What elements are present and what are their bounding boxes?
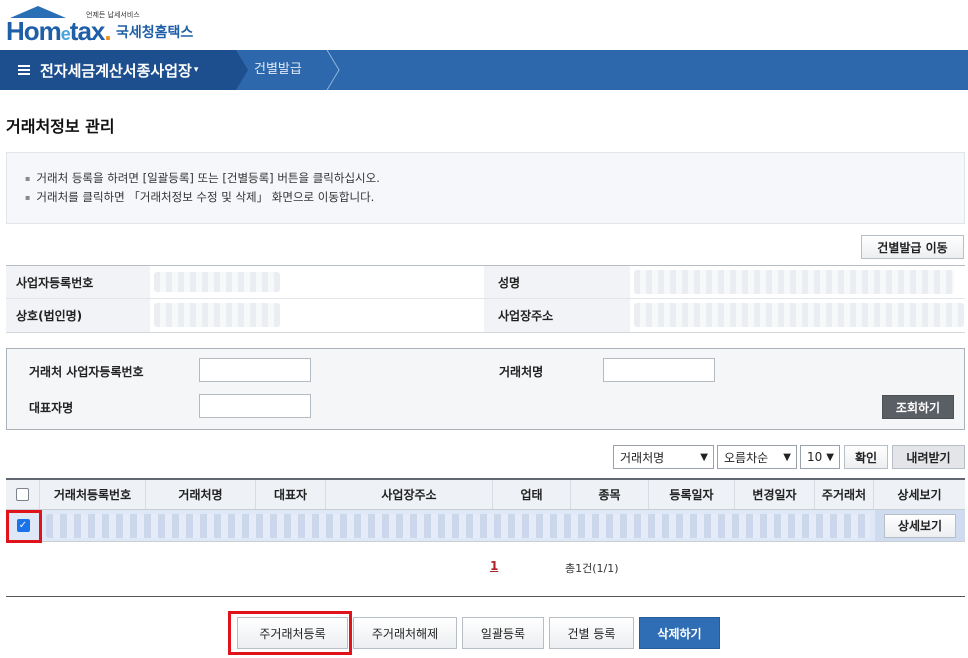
partner-name-input[interactable]	[603, 358, 715, 382]
rep-name-label: 대표자명	[29, 401, 74, 415]
confirm-button[interactable]: 확인	[844, 445, 888, 469]
chevron-down-icon: ▼	[783, 452, 791, 463]
row-data-cells[interactable]	[40, 510, 875, 541]
select-all-checkbox[interactable]	[16, 488, 29, 501]
table-row[interactable]: ✓ 상세보기	[6, 510, 965, 542]
partner-biz-no-label: 거래처 사업자등록번호	[29, 365, 144, 379]
col-header: 상세보기	[897, 488, 942, 502]
hometax-logo[interactable]: Hometax. 언제든 납세서비스 국세청홈택스	[6, 4, 206, 46]
delete-button[interactable]: 삭제하기	[639, 617, 720, 649]
top-navigation-bar: 전자세금계산서종사업장 ▾ 건별발급	[0, 50, 968, 90]
biz-no-value	[150, 266, 484, 298]
notice-line: 거래처 등록을 하려면 [일괄등록] 또는 [건별등록] 버튼을 클릭하십시오.	[25, 169, 964, 188]
taxpayer-info-table: 사업자등록번호 성명 상호(법인명) 사업장주소	[6, 265, 965, 333]
name-value	[630, 266, 965, 298]
bulk-register-button[interactable]: 일괄등록	[462, 617, 544, 649]
col-header[interactable]: 종목	[571, 480, 649, 509]
total-count: 총1건(1/1)	[565, 562, 619, 575]
name-label: 성명	[484, 266, 630, 298]
partner-biz-no-input[interactable]	[199, 358, 311, 382]
notice-box: 거래처 등록을 하려면 [일괄등록] 또는 [건별등록] 버튼을 클릭하십시오.…	[6, 152, 965, 224]
partner-grid: 거래처등록번호 거래처명 대표자 사업장주소 업태 종목 등록일자 변경일자 주…	[6, 478, 965, 542]
logo-tagline: 언제든 납세서비스	[86, 11, 140, 19]
highlight-row-checkbox	[6, 510, 42, 543]
page-number-link[interactable]: 1	[490, 559, 498, 573]
col-header[interactable]: 주거래처	[815, 480, 874, 509]
page-title: 거래처정보 관리	[6, 117, 115, 136]
breadcrumb-current[interactable]: 건별발급	[254, 50, 302, 90]
menu-title: 전자세금계산서종사업장	[40, 61, 192, 80]
rep-name-input[interactable]	[199, 394, 311, 418]
single-issue-move-button[interactable]: 건별발급 이동	[861, 235, 964, 259]
sort-field-select[interactable]: 거래처명 ▼	[613, 445, 714, 469]
col-header[interactable]: 거래처등록번호	[40, 480, 146, 509]
select-all-cell	[6, 480, 40, 509]
biz-no-label: 사업자등록번호	[6, 266, 150, 298]
single-register-button[interactable]: 건별 등록	[549, 617, 634, 649]
divider	[6, 596, 965, 597]
logo-wordmark: Hometax.	[6, 16, 112, 46]
search-button[interactable]: 조회하기	[882, 395, 954, 419]
sort-order-select[interactable]: 오름차순 ▼	[717, 445, 797, 469]
hamburger-menu-icon	[18, 63, 30, 77]
chevron-down-icon: ▼	[700, 452, 708, 463]
chevron-down-icon: ▼	[826, 452, 834, 463]
notice-line: 거래처를 클릭하면 「거래처정보 수정 및 삭제」 화면으로 이동합니다.	[25, 188, 964, 207]
detail-view-button[interactable]: 상세보기	[884, 513, 956, 538]
page-size-select[interactable]: 10 ▼	[800, 445, 840, 469]
breadcrumb-arrow-icon	[326, 50, 340, 90]
detail-cell: 상세보기	[875, 510, 965, 541]
company-value	[150, 299, 484, 332]
col-header[interactable]: 대표자	[256, 480, 326, 509]
download-button[interactable]: 내려받기	[892, 445, 965, 469]
address-label: 사업장주소	[484, 299, 630, 332]
menu-title-button[interactable]: 전자세금계산서종사업장 ▾	[0, 50, 236, 90]
logo-korean-name: 국세청홈택스	[116, 25, 194, 41]
col-header[interactable]: 업태	[493, 480, 571, 509]
breadcrumb-separator	[236, 50, 248, 90]
col-header[interactable]: 사업장주소	[326, 480, 493, 509]
search-panel: 거래처 사업자등록번호 거래처명 대표자명 조회하기	[6, 348, 965, 430]
partner-name-label: 거래처명	[499, 365, 544, 379]
col-header[interactable]: 변경일자	[735, 480, 815, 509]
company-label: 상호(법인명)	[6, 299, 150, 332]
col-header[interactable]: 등록일자	[649, 480, 735, 509]
col-header[interactable]: 거래처명	[146, 480, 256, 509]
grid-header: 거래처등록번호 거래처명 대표자 사업장주소 업태 종목 등록일자 변경일자 주…	[6, 478, 965, 510]
highlight-register-main-button	[228, 611, 352, 655]
release-main-partner-button[interactable]: 주거래처해제	[353, 617, 457, 649]
address-value	[630, 299, 965, 332]
